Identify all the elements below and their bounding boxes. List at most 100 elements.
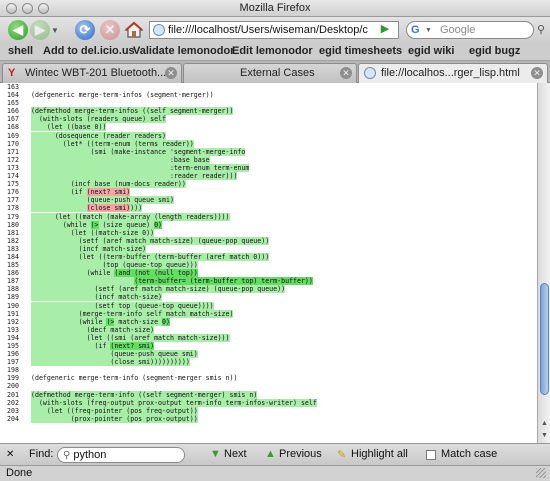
search-magnifier-icon[interactable]: ⚲: [537, 23, 545, 36]
code-line: 170 (let* ((term-enum (terms reader)): [7, 139, 317, 148]
line-number: 181: [7, 228, 19, 237]
line-number: 176: [7, 188, 19, 197]
code-segment: (queue-push queue smi): [31, 196, 174, 205]
engine-dropdown-icon[interactable]: ▼: [425, 27, 432, 34]
yahoo-favicon-icon: Y: [8, 67, 16, 79]
stop-button[interactable]: ✕: [100, 20, 120, 40]
scrollbar-thumb[interactable]: [540, 283, 549, 395]
vertical-scrollbar[interactable]: ▲ ▼: [537, 83, 550, 443]
code-line: 190 (setf top (queue-top queue)))): [7, 301, 317, 310]
line-number: 163: [7, 83, 19, 91]
code-line: 191 (merge-term-info self match match-si…: [7, 309, 317, 318]
history-dropdown-icon[interactable]: ▼: [51, 26, 59, 35]
code-segment: (incf base (num-docs reader)): [31, 180, 186, 189]
bookmark-edit-lemonodor[interactable]: Edit lemonodor: [232, 45, 313, 57]
status-bar: Done: [0, 465, 550, 481]
code-line: 184 (let ((term-buffer (term-buffer (are…: [7, 252, 317, 261]
tab-label: External Cases: [240, 67, 315, 79]
bookmark-validate-lemonodor[interactable]: Validate lemonodor: [133, 45, 234, 57]
home-button[interactable]: [124, 20, 144, 40]
bookmark-egid-bugz[interactable]: egid bugz: [469, 45, 520, 57]
navigation-toolbar: ◀ ▶ ▼ ⟳ ✕ file:///localhost/Users/wisema…: [0, 17, 550, 43]
highlight-pencil-icon[interactable]: ✎: [337, 448, 346, 461]
code-segment: 0): [154, 220, 163, 229]
code-segment: [31, 204, 87, 213]
url-bar[interactable]: file:///localhost/Users/wiseman/Desktop/…: [149, 21, 399, 39]
page-content: 163 164 (defgeneric merge-term-infos (segm…: [0, 83, 537, 443]
code-segment: (setf (aref match match-size) (queue-pop…: [31, 236, 270, 245]
code-line: 194 (let ((smi (aref match match-size))): [7, 333, 317, 342]
reload-button[interactable]: ⟳: [75, 20, 95, 40]
code-segment: (let ((smi (aref match match-size))): [31, 333, 230, 342]
line-number: 174: [7, 172, 19, 181]
tab-wintec[interactable]: Y Wintec WBT-201 Bluetooth... ✕: [2, 63, 182, 83]
minimize-window-button[interactable]: [22, 3, 33, 14]
bookmark-shell[interactable]: shell: [8, 45, 33, 57]
find-input[interactable]: ⚲ python: [57, 447, 185, 463]
line-number: 180: [7, 220, 19, 229]
line-number: 199: [7, 374, 19, 383]
window-titlebar: Mozilla Firefox: [0, 0, 550, 17]
line-number: 197: [7, 358, 19, 367]
code-segment: (>: [90, 220, 99, 229]
line-number: 194: [7, 333, 19, 342]
code-segment: (next? smi): [110, 342, 155, 350]
bookmark-egid-wiki[interactable]: egid wiki: [408, 45, 454, 57]
code-segment: (while: [31, 317, 107, 326]
code-segment: (let ((base 0)): [31, 123, 107, 132]
code-segment: (setf (aref match match-size) (queue-pop…: [31, 285, 286, 294]
close-findbar-icon[interactable]: ✕: [6, 449, 14, 460]
back-button[interactable]: ◀: [8, 20, 28, 40]
bookmark-add-to-delicious[interactable]: Add to del.icio.us: [43, 45, 135, 57]
code-segment: (let ((match-size 0)): [31, 228, 155, 237]
line-number: 166: [7, 107, 19, 116]
code-segment: (queue-push queue smi): [31, 350, 198, 359]
next-arrow-icon[interactable]: ▼: [210, 448, 221, 460]
line-number: 201: [7, 390, 19, 399]
find-previous-button[interactable]: Previous: [279, 448, 322, 460]
code-segment: (defmethod merge-term-info ((self segmen…: [31, 390, 258, 399]
line-number: 171: [7, 147, 19, 156]
code-segment: (if: [31, 188, 87, 197]
go-arrow-icon[interactable]: ▶: [376, 21, 394, 37]
line-number: 200: [7, 382, 19, 391]
resize-grip-icon[interactable]: [536, 468, 546, 478]
line-number: 167: [7, 115, 19, 124]
tab-external-cases[interactable]: External Cases ✕: [183, 63, 357, 83]
stop-icon: ✕: [104, 22, 116, 37]
find-next-button[interactable]: Next: [224, 448, 247, 460]
zoom-window-button[interactable]: [38, 3, 49, 14]
close-window-button[interactable]: [6, 3, 17, 14]
close-tab-icon[interactable]: ✕: [165, 67, 177, 79]
code-line: 163: [7, 83, 317, 91]
highlight-all-button[interactable]: Highlight all: [351, 448, 408, 460]
scroll-down-arrow-icon[interactable]: ▼: [539, 430, 550, 441]
bookmark-egid-timesheets[interactable]: egid timesheets: [319, 45, 402, 57]
google-engine-icon[interactable]: G: [411, 24, 425, 36]
code-segment: (prox-pointer (pos prox-output)): [31, 414, 198, 423]
code-line: 195 (if (next? smi): [7, 342, 317, 350]
code-line: 180 (while (> (size queue) 0): [7, 220, 317, 229]
search-input[interactable]: G ▼ Google: [406, 21, 534, 39]
line-number: 186: [7, 269, 19, 278]
line-number: 165: [7, 99, 19, 108]
code-segment: (while: [31, 220, 91, 229]
line-number: 178: [7, 204, 19, 213]
code-segment: match-size: [114, 317, 163, 326]
code-segment: (while: [31, 269, 115, 278]
code-line: 196 (queue-push queue smi): [7, 350, 317, 359]
code-segment: (decf match-size): [31, 325, 155, 334]
close-tab-icon[interactable]: ✕: [531, 67, 543, 79]
tab-file-lisp[interactable]: file://localhos...rger_lisp.html ✕: [358, 63, 548, 84]
code-segment: (size queue): [98, 220, 155, 229]
code-segment: :base base: [31, 155, 210, 164]
find-magnifier-icon: ⚲: [63, 449, 71, 461]
forward-button[interactable]: ▶: [30, 20, 50, 40]
code-segment: (if: [31, 342, 111, 350]
match-case-checkbox[interactable]: [426, 450, 436, 460]
close-tab-icon[interactable]: ✕: [340, 67, 352, 79]
previous-arrow-icon[interactable]: ▲: [265, 448, 276, 460]
code-line: 197 (close smi)))))))))): [7, 358, 317, 367]
line-number: 190: [7, 301, 19, 310]
scroll-up-arrow-icon[interactable]: ▲: [539, 418, 550, 429]
